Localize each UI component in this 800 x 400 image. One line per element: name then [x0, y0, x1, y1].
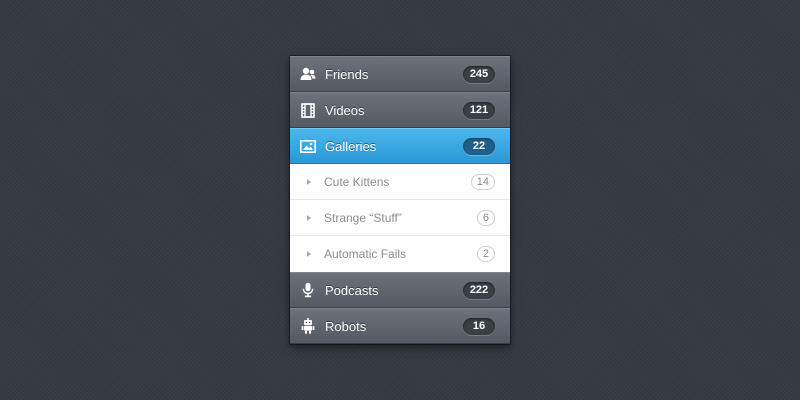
- submenu-item-label: Automatic Fails: [324, 247, 407, 261]
- galleries-submenu: Cute Kittens 14 Strange “Stuff” 6 Automa…: [290, 164, 510, 272]
- menu-item-robots-label: Robots: [325, 318, 367, 334]
- menu-item-friends-label: Friends: [325, 66, 369, 82]
- submenu-item-label: Strange “Stuff”: [324, 210, 402, 225]
- submenu-count-badge: 2: [476, 246, 495, 262]
- menu-item-podcasts[interactable]: Podcasts 222: [290, 272, 510, 308]
- image-icon: [299, 137, 317, 155]
- podcasts-count-badge: 222: [463, 281, 495, 299]
- menu-item-galleries-label: Galleries: [325, 138, 377, 154]
- menu-item-galleries[interactable]: Galleries 22: [290, 128, 510, 164]
- menu-item-robots[interactable]: Robots 16: [290, 308, 510, 344]
- navigation-menu: Friends 245 Videos 121 Galleries 22 Cute…: [290, 56, 510, 344]
- menu-item-videos[interactable]: Videos 121: [290, 92, 510, 128]
- videos-count-badge: 121: [463, 101, 495, 119]
- submenu-item-cute-kittens[interactable]: Cute Kittens 14: [290, 164, 510, 200]
- robots-count-badge: 16: [463, 317, 495, 335]
- film-icon: [299, 101, 317, 119]
- caret-right-icon: [307, 214, 311, 221]
- menu-item-podcasts-label: Podcasts: [325, 282, 379, 298]
- submenu-count-badge: 6: [476, 209, 495, 226]
- caret-right-icon: [307, 178, 311, 185]
- submenu-item-automatic-fails[interactable]: Automatic Fails 2: [290, 236, 510, 272]
- caret-right-icon: [307, 251, 311, 257]
- menu-item-friends[interactable]: Friends 245: [290, 56, 510, 92]
- robot-icon: [299, 317, 317, 335]
- microphone-icon: [299, 281, 317, 299]
- submenu-item-label: Cute Kittens: [324, 174, 390, 189]
- submenu-count-badge: 14: [470, 173, 495, 190]
- submenu-item-strange-stuff[interactable]: Strange “Stuff” 6: [290, 200, 510, 236]
- menu-item-videos-label: Videos: [325, 102, 365, 118]
- friends-count-badge: 245: [463, 65, 495, 83]
- friends-icon: [299, 65, 317, 83]
- galleries-count-badge: 22: [463, 137, 495, 155]
